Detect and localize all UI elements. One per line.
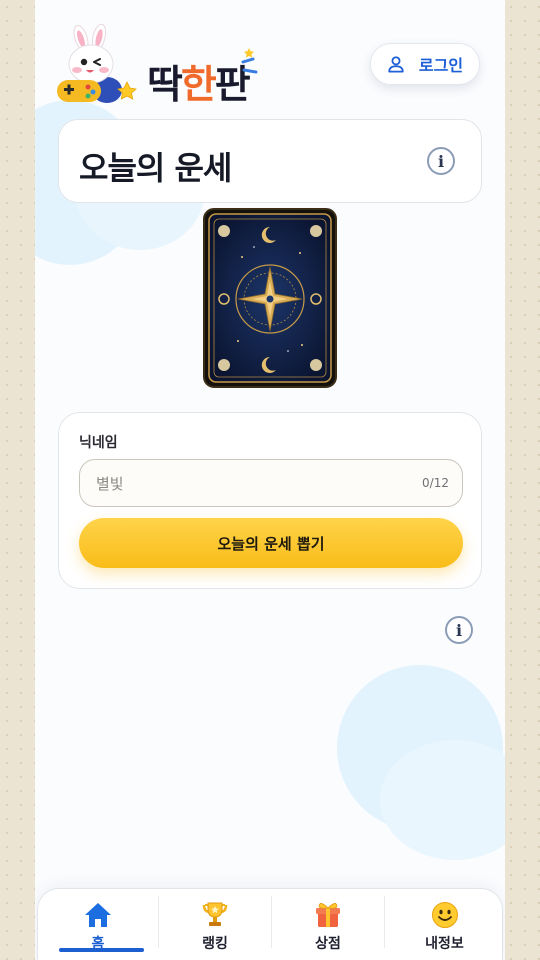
login-button[interactable]: 로그인	[370, 43, 480, 85]
gift-icon	[316, 903, 340, 927]
user-icon	[388, 56, 404, 73]
nav-label-my-info: 내정보	[425, 936, 464, 952]
page-title: 오늘의 운세	[79, 149, 232, 187]
logo-part-2: 한	[180, 63, 217, 108]
sparkle-icon	[241, 48, 258, 74]
nickname-form-card: 닉네임 0/12 오늘의 운세 뽑기	[58, 412, 482, 589]
logo-wordmark: 딱한판	[147, 63, 251, 108]
nickname-field[interactable]: 0/12	[79, 459, 463, 508]
active-tab-indicator	[59, 948, 144, 952]
char-counter: 0/12	[422, 476, 449, 490]
nav-item-shop[interactable]: 상점	[272, 889, 384, 960]
nav-label-ranking: 랭킹	[202, 936, 228, 952]
info-button[interactable]: i	[427, 147, 455, 175]
draw-fortune-label: 오늘의 운세 뽑기	[217, 534, 325, 553]
tarot-card-image[interactable]	[202, 207, 338, 389]
nav-item-home[interactable]: 홈	[38, 889, 158, 960]
nav-item-my-info[interactable]: 내정보	[385, 889, 504, 960]
logo-part-1: 딱	[147, 63, 183, 108]
app-screen: 딱한판 로그인 오늘의 운세 i 닉네임 별빛 0/12 오늘의 운세 뽑기 i…	[35, 0, 505, 960]
info-button-secondary[interactable]: i	[445, 616, 473, 644]
login-label: 로그인	[418, 56, 464, 75]
info-icon: i	[455, 620, 463, 640]
bottom-nav: 홈 랭킹 상점 내정보	[37, 888, 503, 960]
nickname-label: 닉네임	[79, 435, 118, 451]
app-logo[interactable]: 딱한판	[55, 24, 265, 108]
nav-item-ranking[interactable]: 랭킹	[159, 889, 271, 960]
nickname-input[interactable]	[94, 460, 398, 508]
home-icon	[85, 903, 111, 927]
info-icon: i	[437, 151, 445, 171]
smiley-icon	[431, 902, 458, 928]
title-card: 오늘의 운세 i	[58, 119, 482, 203]
nav-label-shop: 상점	[315, 936, 341, 952]
draw-fortune-button[interactable]: 오늘의 운세 뽑기	[79, 518, 463, 568]
bunny-mascot-icon	[57, 24, 137, 103]
trophy-icon	[202, 902, 228, 926]
